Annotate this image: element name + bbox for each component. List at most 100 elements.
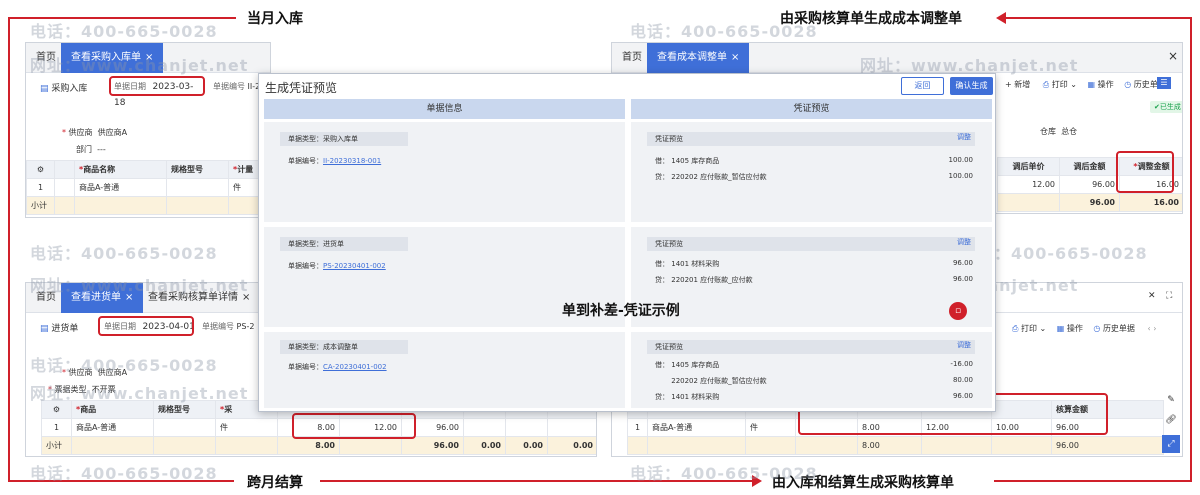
subtotal-label: 小计 <box>26 196 55 215</box>
table-row[interactable]: 1 商品A-普通 件 <box>26 178 270 197</box>
highlight-box <box>109 76 205 96</box>
history-icon: ◷ <box>1093 324 1101 333</box>
dc-label: 贷： <box>655 393 669 401</box>
account: 1401 材料采购 <box>671 260 720 268</box>
back-button[interactable]: 返回 <box>901 77 944 95</box>
settings-icon[interactable]: ⚙ <box>41 400 72 419</box>
tab-bar: 首页 查看成本调整单 × × <box>612 43 1182 73</box>
item-table: ⚙ *商品名称 规格型号 *计量 1 商品A-普通 件 小计 <box>26 160 270 215</box>
close-icon[interactable]: × <box>1168 49 1178 63</box>
supplier-field: * 供应商 供应商A <box>62 368 128 377</box>
doc-no-link[interactable]: PS-20230401-002 <box>323 262 386 270</box>
operate-button[interactable]: 操作 <box>1098 80 1114 89</box>
tab-cost-adjust[interactable]: 查看成本调整单 × <box>647 43 750 73</box>
page-title: ▤ 采购入库 <box>40 81 87 94</box>
chevron-left-icon[interactable]: ‹ <box>1147 324 1150 333</box>
tab-label: 查看采购入库单 <box>71 52 141 63</box>
tab-purchase-order[interactable]: 查看进货单 × <box>61 283 144 313</box>
chevron-right-icon[interactable]: › <box>1153 324 1156 333</box>
sum-qty: 8.00 <box>857 436 922 455</box>
amount: 96.00 <box>952 259 973 267</box>
row-name: 商品A-普通 <box>647 418 746 437</box>
row-unit: 件 <box>215 418 278 437</box>
adjust-link[interactable]: 调整 <box>957 237 971 247</box>
account: 220202 应付账款_暂估应付款 <box>671 377 767 385</box>
highlight-box <box>292 413 416 439</box>
tab-purchase-receipt[interactable]: 查看采购入库单 × <box>61 43 164 73</box>
voucher-line: 贷： 220201 应付账款_应付款 96.00 <box>655 275 973 285</box>
doc-card: 单据类型：采购入库单 单据编号：II-20230318-001 <box>264 122 625 222</box>
sum-c3: 0.00 <box>547 436 596 455</box>
sum-qty: 8.00 <box>277 436 340 455</box>
history-button[interactable]: 历史单据 <box>1103 324 1135 333</box>
doc-card: 单据类型：成本调整单 单据编号：CA-20230401-002 <box>264 332 625 408</box>
subtotal-row: 小计 8.00 96.00 0.00 0.00 0.00 <box>41 436 596 455</box>
close-icon[interactable]: × <box>731 52 739 63</box>
voucher-card-label: 凭证预览 <box>647 132 975 146</box>
adjust-link[interactable]: 调整 <box>957 340 971 350</box>
sum-cost: 96.00 <box>1051 436 1164 455</box>
arrow-right-icon <box>752 475 762 487</box>
code-label: 单据编号 <box>202 322 234 331</box>
expand-icon[interactable]: ⤢ <box>1162 435 1180 453</box>
highlight-box <box>1116 151 1174 193</box>
amount: 96.00 <box>952 275 973 283</box>
tab-cost-detail[interactable]: 查看采购核算单详情 × <box>138 283 260 313</box>
subtotal-row: 96.00 16.00 <box>997 193 1182 212</box>
row-name: 商品A-普通 <box>74 178 167 197</box>
center-caption: 单到补差-凭证示例 <box>562 303 680 319</box>
cursor-badge-icon: ▫ <box>949 302 967 320</box>
voucher-card: 凭证预览 调整 借： 1405 库存商品 -16.00 220202 应付账款_暂… <box>631 332 992 408</box>
label-bottom-left: 跨月结算 <box>247 475 303 491</box>
close-icon[interactable]: ✕ <box>1148 291 1156 301</box>
page-title-text: 采购入库 <box>51 84 88 94</box>
invoice-label: 票据类型 <box>54 385 87 394</box>
print-button[interactable]: 打印 <box>1021 324 1037 333</box>
doc-icon: ▤ <box>40 84 49 94</box>
operate-button[interactable]: 操作 <box>1067 324 1083 333</box>
doc-no-link[interactable]: CA-20230401-002 <box>323 363 387 371</box>
tab-label: 查看成本调整单 <box>657 52 727 63</box>
label-top-right: 由采购核算单生成成本调整单 <box>780 11 962 27</box>
page-title-text: 进货单 <box>51 324 79 334</box>
col-unit: 计量 <box>237 165 254 174</box>
highlight-box <box>98 316 194 336</box>
print-button[interactable]: 打印 <box>1052 80 1068 89</box>
voucher-line: 借： 1401 材料采购 96.00 <box>655 259 973 269</box>
list-view-icon[interactable]: ☰ <box>1157 77 1171 89</box>
col-spec: 规格型号 <box>158 405 190 414</box>
fullscreen-icon[interactable]: ⛶ <box>1166 291 1172 301</box>
sum-amount: 96.00 <box>401 436 464 455</box>
flow-line <box>8 17 236 19</box>
close-icon[interactable]: × <box>125 292 133 303</box>
tab-label: 查看进货单 <box>71 292 121 303</box>
chevron-down-icon[interactable]: ⌄ <box>1070 80 1077 89</box>
sum-adjust: 16.00 <box>1119 193 1182 212</box>
tab-home[interactable]: 首页 <box>26 43 66 73</box>
confirm-button[interactable]: 确认生成 <box>950 77 993 95</box>
account: 1405 库存商品 <box>671 157 720 165</box>
note-icon[interactable]: ✎ <box>1160 395 1182 415</box>
chevron-down-icon[interactable]: ⌄ <box>1040 324 1047 333</box>
adjust-link[interactable]: 调整 <box>957 132 971 142</box>
link-icon[interactable]: 🔗︎ <box>1160 415 1182 435</box>
doc-no-label: 单据编号： <box>288 262 323 270</box>
settings-icon[interactable]: ⚙ <box>26 160 55 179</box>
dc-label: 借： <box>655 361 669 369</box>
voucher-line: 贷： 220202 应付账款_暂估应付款 100.00 <box>655 172 973 182</box>
warehouse-value: 总仓 <box>1061 127 1078 136</box>
close-icon[interactable]: × <box>242 292 250 303</box>
tab-home[interactable]: 首页 <box>612 43 652 73</box>
doc-type-label: 单据类型： <box>288 343 323 351</box>
account: 220201 应付账款_应付款 <box>671 276 753 284</box>
doc-no-link[interactable]: II-20230318-001 <box>323 157 381 165</box>
status-badge: ✔已生成 <box>1150 101 1182 113</box>
doc-icon: ▤ <box>40 324 49 334</box>
watermark: 电话：400-665-0028 <box>30 22 218 41</box>
tab-home[interactable]: 首页 <box>26 283 66 313</box>
close-icon[interactable]: × <box>145 52 153 63</box>
code-field: 单据编号 II-2 <box>213 81 260 92</box>
flow-line <box>8 480 234 482</box>
add-button[interactable]: + 新增 <box>1005 80 1030 89</box>
voucher-line: 220202 应付账款_暂估应付款 80.00 <box>655 376 973 386</box>
